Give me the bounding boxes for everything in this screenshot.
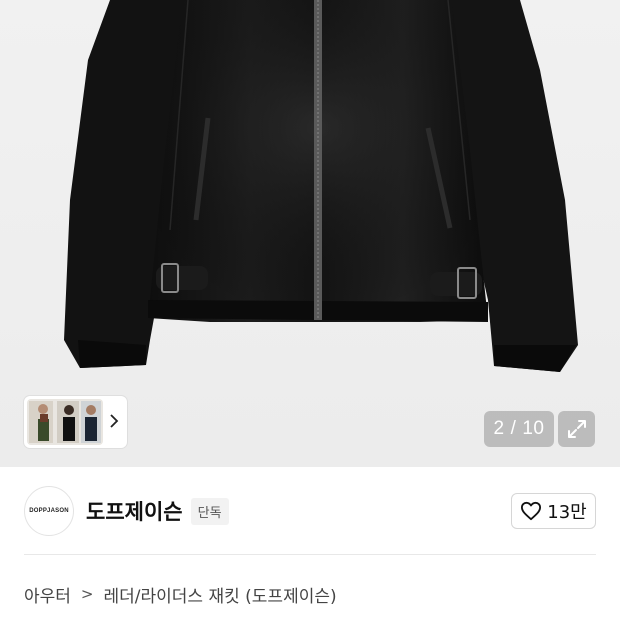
page-separator: / — [510, 418, 517, 439]
heart-outline-icon — [521, 501, 542, 521]
thumbnail-strip[interactable] — [24, 396, 127, 448]
exclusive-badge: 단독 — [190, 497, 229, 525]
breadcrumb: 아우터 > 레더/라이더스 재킷 (도프제이슨) — [24, 580, 337, 608]
expand-arrows-icon — [567, 420, 586, 438]
image-page-counter: 2 / 10 — [484, 411, 554, 447]
expand-image-button[interactable] — [558, 411, 595, 447]
brand-name[interactable]: 도프제이슨 — [86, 496, 183, 526]
brand-row: DOPPJASON 도프제이슨 단독 13만 — [24, 486, 596, 536]
page-total: 10 — [522, 418, 545, 439]
breadcrumb-separator: > — [80, 585, 94, 603]
page-current: 2 — [493, 418, 505, 439]
like-count: 13만 — [547, 502, 587, 523]
divider — [24, 554, 596, 555]
breadcrumb-category[interactable]: 아우터 — [24, 582, 71, 607]
chevron-right-icon[interactable] — [109, 413, 119, 432]
product-image-carousel[interactable]: 2 / 10 — [0, 0, 620, 467]
like-button[interactable]: 13만 — [511, 493, 596, 529]
brand-logo-text: DOPPJASON — [29, 508, 69, 514]
brand-logo[interactable]: DOPPJASON — [24, 486, 74, 536]
breadcrumb-subcategory[interactable]: 레더/라이더스 재킷 (도프제이슨) — [104, 582, 337, 607]
thumbnail-image[interactable] — [27, 399, 103, 445]
